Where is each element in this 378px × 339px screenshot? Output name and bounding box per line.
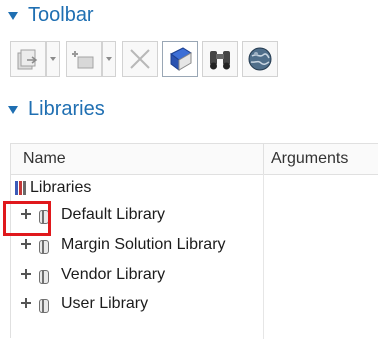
globe-icon [248,47,272,71]
search-button[interactable] [202,41,238,77]
tree-item-vendor-library[interactable]: Vendor Library [11,261,378,291]
tree-item-margin-solution-library[interactable]: Margin Solution Library [11,231,378,261]
collapse-caret-icon[interactable] [8,11,18,20]
library-book-button[interactable] [162,41,198,77]
add-item-icon [72,51,94,69]
libraries-title: Libraries [28,98,105,120]
collapse-caret-icon[interactable] [8,105,18,114]
binoculars-icon [210,51,230,70]
tree-item-user-library[interactable]: User Library [11,290,378,320]
expand-plus-icon[interactable] [21,239,31,249]
new-library-button[interactable] [10,41,46,77]
tree-root-libraries[interactable]: Libraries [11,174,378,204]
tree-item-label: Libraries [30,179,92,196]
library-icon [37,297,49,313]
libraries-root-icon [15,181,27,195]
toolbar-title: Toolbar [28,4,94,26]
grid-header: Name Arguments [11,144,378,175]
column-header-arguments[interactable]: Arguments [271,150,348,168]
tree-item-label: User Library [61,295,149,312]
tree-item-label: Default Library [61,206,166,223]
toolbar-section-header[interactable]: Toolbar [8,4,94,27]
chevron-down-icon [106,57,112,61]
add-item-dropdown[interactable] [102,41,116,77]
tree-item-default-library[interactable]: Default Library [11,201,378,231]
tree-item-label: Margin Solution Library [61,236,226,253]
delete-button[interactable] [122,41,158,77]
library-icon [37,238,49,254]
new-library-dropdown[interactable] [46,41,60,77]
new-library-icon [17,49,38,70]
expand-plus-icon[interactable] [21,298,31,308]
annotation-highlight-box [3,201,51,236]
libraries-tree-grid: Name Arguments Libraries Default Library… [10,143,378,339]
tree-item-label: Vendor Library [61,266,166,283]
delete-icon [130,49,150,69]
libraries-section-header[interactable]: Libraries [8,98,105,121]
library-icon [37,268,49,284]
globe-button[interactable] [242,41,278,77]
expand-plus-icon[interactable] [21,269,31,279]
chevron-down-icon [50,57,56,61]
book-icon [170,47,192,71]
column-header-name[interactable]: Name [23,150,66,168]
column-divider[interactable] [263,144,264,174]
add-item-button[interactable] [66,41,102,77]
toolbar [10,38,282,80]
